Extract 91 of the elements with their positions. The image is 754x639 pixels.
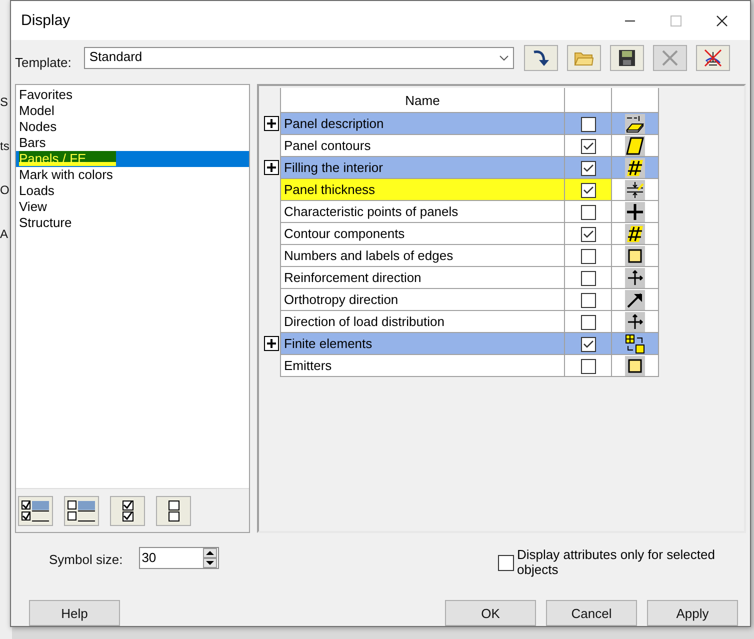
empty-rows-icon — [66, 498, 96, 523]
checkbox[interactable] — [580, 160, 596, 176]
open-button[interactable] — [567, 45, 602, 72]
checked-rows-icon — [20, 498, 50, 523]
direction-arrows-icon — [625, 268, 645, 288]
checkbox[interactable] — [580, 116, 596, 132]
help-button[interactable]: Help — [29, 600, 120, 626]
category-item[interactable]: Favorites — [16, 87, 249, 104]
window-title: Display — [21, 12, 72, 30]
cancel-button[interactable]: Cancel — [546, 600, 637, 626]
table-cell: Finite elements — [280, 332, 564, 355]
checkbox[interactable] — [580, 336, 596, 352]
checkbox[interactable] — [580, 314, 596, 330]
checkbox[interactable] — [580, 270, 596, 286]
category-item[interactable]: Bars — [16, 135, 249, 152]
check-all-button[interactable] — [110, 496, 145, 526]
labeled-plate-icon — [625, 114, 645, 134]
category-item[interactable]: Nodes — [16, 119, 249, 136]
table-cell: Panel contours — [280, 134, 564, 157]
dotted-square-icon — [625, 246, 645, 266]
cut-off-text: S — [0, 95, 10, 109]
curved-arrow-icon — [532, 48, 550, 68]
category-label: Structure — [19, 215, 73, 230]
hatched-panel-icon — [625, 158, 645, 178]
table-cell: Panel thickness — [280, 178, 564, 201]
check-all-rows-button[interactable] — [18, 496, 53, 526]
maximize-icon — [670, 14, 682, 27]
column-header[interactable]: Name — [280, 88, 564, 113]
checked-boxes-icon — [120, 498, 134, 523]
save-button[interactable] — [610, 45, 644, 72]
symbol-size-spinbox[interactable]: 30 — [138, 546, 219, 569]
table-cell: Direction of load distribution — [280, 310, 564, 333]
checkbox[interactable] — [580, 248, 596, 264]
symbol-size-label: Symbol size: — [49, 552, 123, 567]
table-cell: Orthotropy direction — [280, 288, 564, 311]
mesh-icon — [625, 334, 645, 354]
uncheck-all-rows-button[interactable] — [64, 496, 99, 526]
template-label: Template: — [15, 54, 72, 70]
checkbox[interactable] — [498, 554, 514, 571]
table-cell: Reinforcement direction — [280, 266, 564, 289]
table-cell: Filling the interior — [280, 156, 564, 179]
insert-button[interactable] — [524, 45, 558, 72]
thickness-icon — [625, 180, 645, 200]
table-cell: Numbers and labels of edges — [280, 244, 564, 267]
table-cell: Contour components — [280, 222, 564, 245]
checkbox[interactable] — [580, 138, 596, 154]
expand-icon[interactable] — [264, 116, 279, 132]
panel-icon — [625, 136, 645, 156]
cross-icon — [661, 49, 680, 68]
category-label: Nodes — [19, 119, 58, 134]
checkbox[interactable] — [580, 226, 596, 242]
category-label: Loads — [19, 183, 56, 198]
uncheck-all-button[interactable] — [156, 496, 191, 526]
category-label: Bars — [19, 135, 47, 150]
diagonal-arrow-icon — [625, 290, 645, 310]
crossed-out-symbol-icon — [703, 48, 724, 68]
cut-off-text: ts — [0, 139, 10, 153]
checkbox[interactable] — [580, 358, 596, 374]
category-item[interactable]: Loads — [16, 183, 249, 200]
category-label: Model — [19, 103, 56, 118]
template-dropdown[interactable]: Standard — [84, 47, 514, 70]
cross-icon — [625, 202, 645, 222]
dotted-square-icon — [625, 356, 645, 376]
cut-off-text: A — [0, 227, 10, 241]
expand-icon[interactable] — [264, 160, 279, 176]
checkbox[interactable] — [580, 292, 596, 308]
expand-icon[interactable] — [264, 336, 279, 352]
cut-off-text: O — [0, 183, 10, 197]
apply-button[interactable]: Apply — [647, 600, 738, 626]
category-label: View — [19, 199, 48, 214]
ok-button[interactable]: OK — [445, 600, 536, 626]
category-item[interactable]: Mark with colors — [16, 167, 249, 184]
close-icon[interactable] — [716, 14, 728, 27]
category-label: Mark with colors — [19, 167, 114, 182]
chevron-icon — [499, 55, 510, 62]
checkbox[interactable] — [580, 204, 596, 220]
folder-icon — [574, 50, 594, 66]
category-item[interactable]: Model — [16, 103, 249, 120]
checkbox-label: Display attributes only for selected objects — [517, 546, 716, 577]
clear-button[interactable] — [696, 45, 730, 72]
hatched-panel-icon — [625, 224, 645, 244]
direction-arrows-icon — [625, 312, 645, 332]
table-cell: Panel description — [280, 112, 564, 135]
table-cell: Emitters — [280, 354, 564, 377]
empty-boxes-icon — [166, 498, 180, 523]
category-label: Favorites — [19, 87, 74, 102]
spin-arrows-icon[interactable] — [202, 548, 217, 568]
category-item[interactable]: Structure — [16, 215, 249, 232]
table-cell: Characteristic points of panels — [280, 200, 564, 223]
category-item[interactable]: View — [16, 199, 249, 216]
checkbox[interactable] — [580, 182, 596, 198]
